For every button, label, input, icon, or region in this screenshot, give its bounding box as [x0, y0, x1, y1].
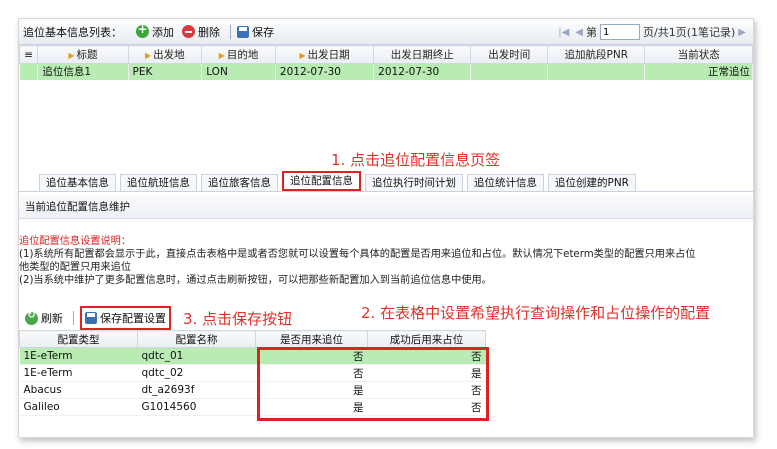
list-toolbar: 追位基本信息列表： 添加 删除 保存 |◀ ◀ 第 页/共1页(1笔记录) ▶ [19, 19, 753, 45]
toolbar-separator [73, 311, 74, 325]
next-page-icon[interactable]: ▶ [738, 27, 746, 38]
cell-date: 2012-07-30 [275, 63, 375, 80]
tab-basic[interactable]: 追位基本信息 [39, 174, 116, 191]
section-title: 当前追位配置信息维护 [19, 195, 753, 219]
add-label: 添加 [152, 25, 174, 39]
toolbar-separator [230, 24, 231, 39]
column-header[interactable]: 当前状态 [644, 45, 753, 64]
cell-status: 正常追位 [644, 63, 753, 80]
table-header-row: 配置类型 配置名称 是否用来追位 成功后用来占位 [19, 330, 486, 348]
cell-name: qdtc_01 [137, 347, 256, 365]
sort-icon: ▶ [145, 51, 152, 60]
annotation-step3: 3. 点击保存按钮 [183, 309, 293, 328]
tab-config[interactable]: 追位配置信息 [282, 171, 361, 191]
column-header[interactable]: 出发日期终止 [373, 45, 472, 64]
column-header[interactable]: ▶ 标题 [37, 45, 129, 64]
refresh-icon [25, 310, 38, 325]
info-list-table: ≡ ▶ 标题 ▶ 出发地 ▶ 目的地 ▶ 出发日期 出发日期终止 出发时间 追加航段PN… [19, 45, 753, 80]
cell-origin: PEK [128, 63, 203, 80]
column-header[interactable]: 出发时间 [470, 45, 549, 64]
column-header[interactable]: ▶ 目的地 [201, 45, 276, 64]
tab-pnr[interactable]: 追位创建的PNR [548, 174, 636, 191]
save-label: 保存 [252, 25, 274, 39]
table-row[interactable]: 追位信息1 PEK LON 2012-07-30 2012-07-30 正常追位 [19, 63, 753, 80]
cell-type: 1E-eTerm [19, 364, 138, 382]
config-toolbar: 刷新 保存配置设置 3. 点击保存按钮 [19, 306, 292, 330]
column-header[interactable]: 配置类型 [19, 330, 138, 348]
column-header[interactable]: 是否用来追位 [255, 330, 368, 348]
refresh-label: 刷新 [41, 312, 63, 325]
cell-name: qdtc_02 [137, 364, 256, 382]
add-button[interactable]: 添加 [136, 22, 174, 40]
highlight-box [257, 347, 489, 421]
refresh-button[interactable]: 刷新 [25, 310, 63, 326]
pager: |◀ ◀ 第 页/共1页(1笔记录) ▶ [555, 19, 749, 45]
page-prefix: 第 [586, 26, 597, 39]
cell-dest: LON [201, 63, 276, 80]
column-header[interactable]: ▶ 出发日期 [274, 45, 375, 64]
add-icon [136, 22, 149, 38]
prev-page-icon[interactable]: ◀ [575, 27, 583, 38]
page-input[interactable] [600, 24, 640, 40]
sort-icon: ▶ [68, 51, 75, 60]
delete-button[interactable]: 删除 [182, 24, 220, 40]
save-config-button[interactable]: 保存配置设置 [80, 306, 171, 330]
save-config-label: 保存配置设置 [100, 312, 166, 325]
annotation-step1: 1. 点击追位配置信息页签 [331, 151, 501, 169]
note-line: (1)系统所有配置都会显示于此，直接点击表格中是或者否您就可以设置每个具体的配置… [19, 249, 696, 260]
cell-type: Galileo [19, 398, 138, 416]
tab-flight[interactable]: 追位航班信息 [120, 174, 197, 191]
tab-schedule[interactable]: 追位执行时间计划 [365, 174, 463, 191]
sort-icon: ▶ [218, 51, 225, 60]
tab-statistics[interactable]: 追位统计信息 [467, 174, 544, 191]
sort-icon: ▶ [299, 51, 306, 60]
cell-type: 1E-eTerm [19, 347, 138, 365]
tab-passenger[interactable]: 追位旅客信息 [201, 174, 278, 191]
page-suffix: 页/共1页(1笔记录) [643, 26, 736, 39]
table-header-row: ≡ ▶ 标题 ▶ 出发地 ▶ 目的地 ▶ 出发日期 出发日期终止 出发时间 追加航段PN… [19, 45, 753, 64]
cell-date-end: 2012-07-30 [373, 63, 472, 80]
delete-icon [182, 25, 195, 38]
save-icon [85, 312, 97, 324]
cell-time [470, 63, 549, 80]
detail-tabs: 追位基本信息 追位航班信息 追位旅客信息 追位配置信息 追位执行时间计划 追位统… [19, 168, 753, 192]
annotation-step2: 2. 在表格中设置希望执行查询操作和占位操作的配置 [361, 304, 711, 322]
save-icon [237, 25, 249, 38]
list-title: 追位基本信息列表： [23, 25, 122, 39]
app-window: 追位基本信息列表： 添加 删除 保存 |◀ ◀ 第 页/共1页(1笔记录) ▶ … [18, 18, 754, 438]
note-line: 他类型的配置只用来追位 [19, 262, 132, 273]
delete-label: 删除 [198, 25, 220, 39]
cell-type: Abacus [19, 381, 138, 399]
row-menu-icon[interactable]: ≡ [19, 45, 39, 64]
note-heading: 追位配置信息设置说明： [19, 236, 132, 247]
note-line: (2)当系统中维护了更多配置信息时，通过点击刷新按钮，可以把那些新配置加入到当前… [19, 275, 492, 286]
column-header[interactable]: 配置名称 [137, 330, 256, 348]
column-header[interactable]: 成功后用来占位 [367, 330, 486, 348]
save-button[interactable]: 保存 [237, 24, 274, 40]
cell-pnr [547, 63, 646, 80]
column-header[interactable]: ▶ 出发地 [127, 45, 203, 64]
config-instructions: 追位配置信息设置说明： (1)系统所有配置都会显示于此，直接点击表格中是或者否您… [19, 235, 753, 287]
column-header[interactable]: 追加航段PNR [547, 45, 646, 64]
first-page-icon[interactable]: |◀ [558, 27, 569, 38]
cell-name: dt_a2693f [137, 381, 256, 399]
cell-title: 追位信息1 [37, 63, 129, 80]
cell-name: G1014560 [137, 398, 256, 416]
